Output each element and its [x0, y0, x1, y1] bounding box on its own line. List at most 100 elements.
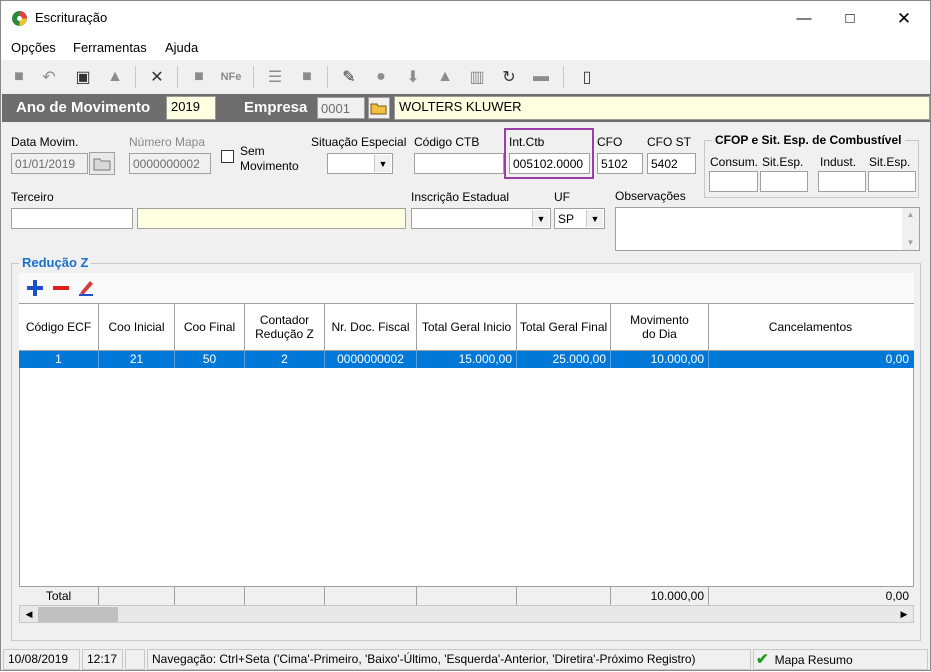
- situacao-especial-label: Situação Especial: [311, 135, 407, 149]
- inscricao-select[interactable]: ▼: [411, 208, 551, 229]
- apple-icon[interactable]: ●: [369, 65, 393, 89]
- textarea-scrollbar[interactable]: ▲ ▼: [902, 208, 919, 250]
- int-ctb-label: Int.Ctb: [509, 135, 545, 149]
- observacoes-textarea[interactable]: ▲ ▼: [615, 207, 920, 251]
- chevron-down-icon[interactable]: ▼: [532, 210, 549, 227]
- scroll-thumb[interactable]: [38, 607, 118, 622]
- bar-icon[interactable]: ▬: [529, 65, 553, 89]
- cell-codigo-ecf: 1: [19, 351, 99, 368]
- undo-icon[interactable]: ↶: [37, 65, 61, 89]
- chevron-down-icon[interactable]: ▼: [374, 155, 391, 172]
- chevron-down-icon[interactable]: ▼: [586, 210, 603, 227]
- int-ctb-field[interactable]: 005102.0000: [509, 153, 590, 174]
- situacao-especial-select[interactable]: ▼: [327, 153, 393, 174]
- download-icon[interactable]: ⬇: [401, 65, 425, 89]
- empresa-code-field[interactable]: 0001: [317, 97, 365, 119]
- cell-nr-doc: 0000000002: [325, 351, 417, 368]
- clear-icon[interactable]: ▲: [103, 65, 127, 89]
- ano-field[interactable]: 2019: [166, 96, 216, 120]
- data-movim-field[interactable]: 01/01/2019: [11, 153, 88, 174]
- sitesp1-field[interactable]: [760, 171, 808, 192]
- menu-ferramentas[interactable]: Ferramentas: [73, 40, 147, 55]
- inscricao-label: Inscrição Estadual: [411, 190, 510, 204]
- menu-ajuda[interactable]: Ajuda: [165, 40, 198, 55]
- cell-coo-final: 50: [175, 351, 245, 368]
- add-icon[interactable]: [25, 278, 45, 298]
- total-cell: [245, 587, 325, 605]
- tree-shape-icon[interactable]: ▲: [433, 65, 457, 89]
- menu-opcoes[interactable]: Opções: [11, 40, 56, 55]
- col-codigo-ecf[interactable]: Código ECF: [19, 304, 99, 350]
- status-navigation: Navegação: Ctrl+Seta ('Cima'-Primeiro, '…: [147, 649, 751, 670]
- empresa-label: Empresa: [244, 99, 308, 116]
- terceiro-code-field[interactable]: [11, 208, 133, 229]
- totals-row: Total 10.000,00 0,00: [19, 586, 914, 605]
- exit-door-icon[interactable]: ▯: [575, 65, 599, 89]
- total-cancelamentos: 0,00: [885, 589, 909, 603]
- header-bar: Ano de Movimento 2019 Empresa 0001 WOLTE…: [2, 94, 930, 122]
- table-row[interactable]: 1 21 50 2 0000000002 15.000,00 25.000,00…: [19, 351, 914, 368]
- sitesp2-field[interactable]: [868, 171, 916, 192]
- save-icon[interactable]: ▣: [71, 65, 95, 89]
- status-time: 12:17: [82, 649, 123, 670]
- minimize-button[interactable]: —: [781, 1, 827, 36]
- document-icon[interactable]: ■: [187, 65, 211, 89]
- refresh-icon[interactable]: ↻: [497, 65, 521, 89]
- indust-field[interactable]: [818, 171, 866, 192]
- status-mapa: ✔ Mapa Resumo: [753, 649, 928, 670]
- col-nr-doc[interactable]: Nr. Doc. Fiscal: [325, 304, 417, 350]
- toolbar-separator: [135, 66, 136, 88]
- cell-mov-dia: 10.000,00: [611, 351, 709, 368]
- total-label: Total: [19, 587, 99, 605]
- col-mov-dia[interactable]: Movimento do Dia: [611, 304, 709, 350]
- codigo-ctb-field[interactable]: [414, 153, 504, 174]
- total-cell: [517, 587, 611, 605]
- indust-label: Indust.: [820, 155, 857, 169]
- col-coo-inicial[interactable]: Coo Inicial: [99, 304, 175, 350]
- horizontal-scrollbar[interactable]: ◀ ▶: [19, 605, 914, 623]
- columns-icon[interactable]: ▥: [465, 65, 489, 89]
- scroll-right-icon[interactable]: ▶: [896, 607, 912, 622]
- terceiro-label: Terceiro: [11, 190, 54, 204]
- observacoes-label: Observações: [615, 189, 686, 203]
- cfo-field[interactable]: 5102: [597, 153, 643, 174]
- folder-icon[interactable]: [89, 152, 115, 175]
- col-cancelamentos[interactable]: Cancelamentos: [709, 304, 912, 350]
- application-window: Escrituração — □ ✕ Opções Ferramentas Aj…: [0, 0, 931, 671]
- sem-movimento-checkbox[interactable]: [221, 150, 234, 163]
- terceiro-name-field: [137, 208, 406, 229]
- numero-mapa-field[interactable]: 0000000002: [129, 153, 211, 174]
- grid-toolbar: [19, 273, 914, 303]
- status-date: 10/08/2019: [3, 649, 80, 670]
- edit-document-icon[interactable]: ✎: [337, 65, 361, 89]
- consum-field[interactable]: [709, 171, 758, 192]
- cfo-st-field[interactable]: 5402: [647, 153, 696, 174]
- reducao-z-title: Redução Z: [19, 255, 92, 270]
- copy-icon[interactable]: ■: [295, 65, 319, 89]
- maximize-button[interactable]: □: [827, 1, 873, 36]
- toolbar: ■ ↶ ▣ ▲ ✕ ■ NFe ☰ ■ ✎ ● ⬇ ▲ ▥ ↻ ▬ ▯: [1, 60, 930, 94]
- menu-bar: Opções Ferramentas Ajuda: [1, 36, 930, 60]
- status-bar: 10/08/2019 12:17 Navegação: Ctrl+Seta ('…: [1, 647, 930, 672]
- cell-tg-inicio: 15.000,00: [417, 351, 517, 368]
- remove-icon[interactable]: [51, 278, 71, 298]
- empresa-name-field: WOLTERS KLUWER: [394, 96, 930, 120]
- col-tg-final[interactable]: Total Geral Final: [517, 304, 611, 350]
- col-coo-final[interactable]: Coo Final: [175, 304, 245, 350]
- edit-pencil-icon[interactable]: [76, 277, 96, 297]
- toolbar-separator: [327, 66, 328, 88]
- cell-coo-inicial: 21: [99, 351, 175, 368]
- nfe-icon[interactable]: NFe: [219, 65, 243, 89]
- close-button[interactable]: ✕: [881, 1, 927, 36]
- tree-icon[interactable]: ☰: [263, 65, 287, 89]
- scroll-left-icon[interactable]: ◀: [21, 607, 37, 622]
- delete-icon[interactable]: ✕: [145, 65, 169, 89]
- status-mapa-label: Mapa Resumo: [774, 653, 853, 667]
- grid-header: Código ECF Coo Inicial Coo Final Contado…: [19, 303, 914, 351]
- col-tg-inicio[interactable]: Total Geral Inicio: [417, 304, 517, 350]
- ano-label: Ano de Movimento: [16, 99, 151, 116]
- open-folder-icon[interactable]: [368, 97, 390, 119]
- new-icon[interactable]: ■: [7, 65, 31, 89]
- uf-select[interactable]: SP ▼: [554, 208, 605, 229]
- col-contador[interactable]: Contador Redução Z: [245, 304, 325, 350]
